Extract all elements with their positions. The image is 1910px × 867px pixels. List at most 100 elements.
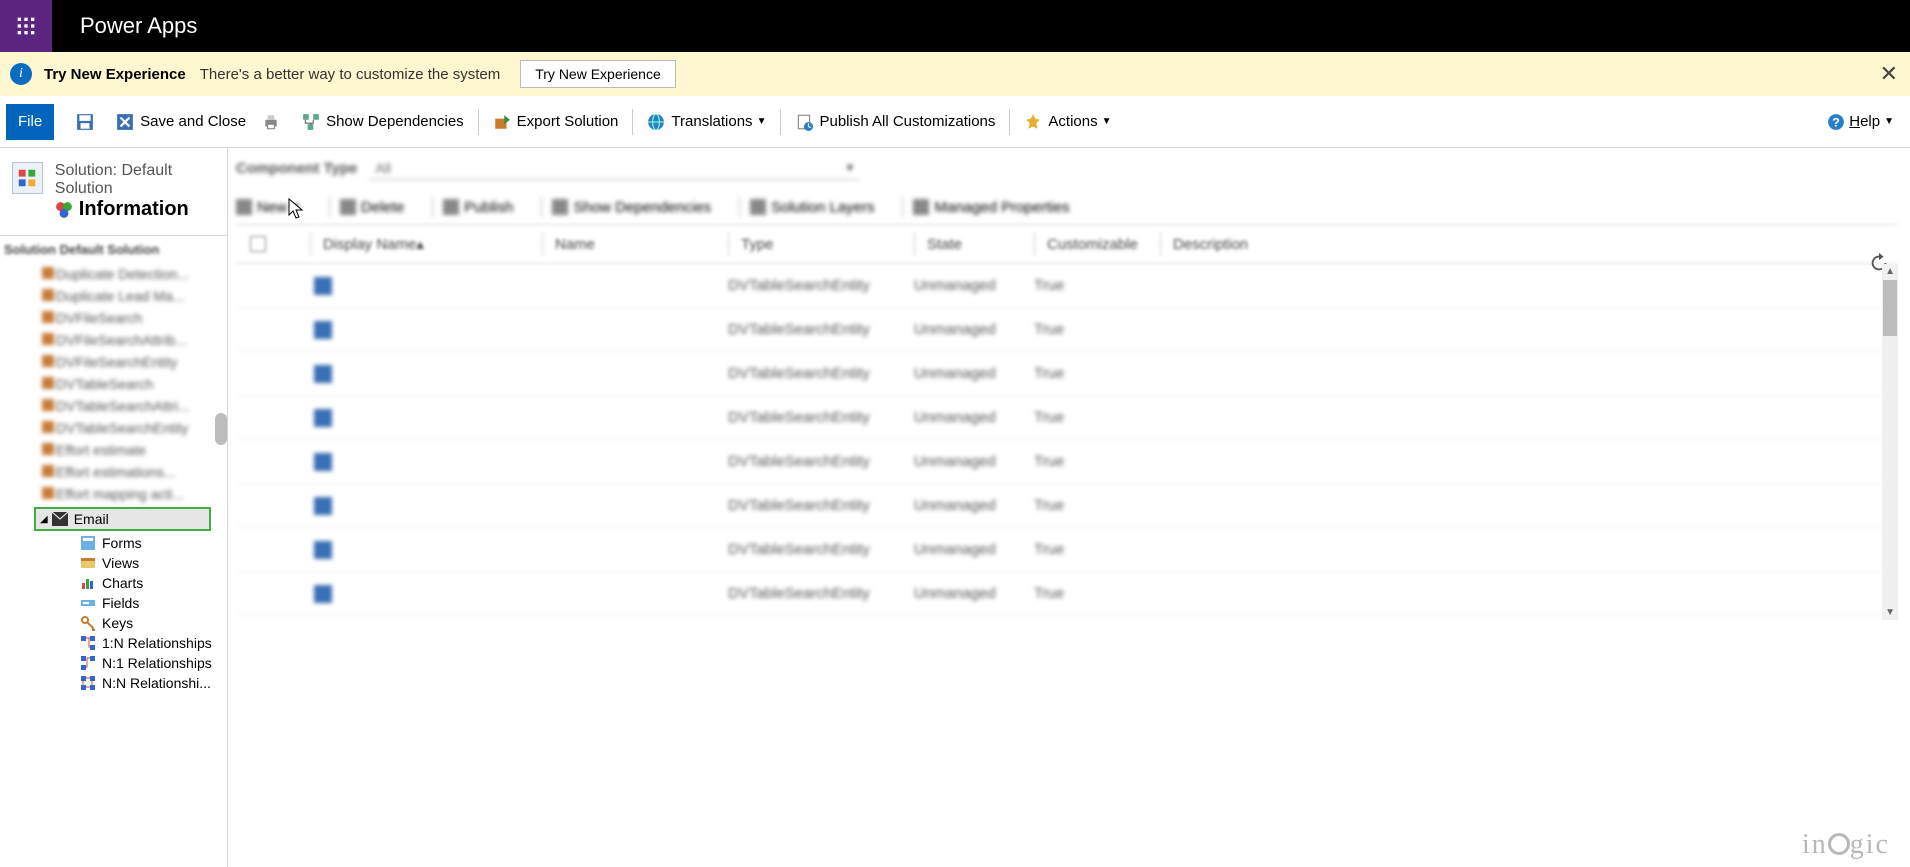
separator: [739, 197, 740, 217]
solution-icon: [12, 162, 43, 194]
solution-tree[interactable]: Duplicate Detection...Duplicate Lead Ma.…: [0, 263, 227, 867]
try-new-experience-button[interactable]: Try New Experience: [520, 60, 676, 88]
table-row[interactable]: DVTableSearchEntityUnmanagedTrue: [236, 440, 1898, 484]
subcmd-icon: [913, 199, 929, 215]
table-row[interactable]: DVTableSearchEntityUnmanagedTrue: [236, 572, 1898, 616]
tree-sub-forms[interactable]: Forms: [0, 533, 227, 553]
tree-item[interactable]: DVFileSearch: [0, 307, 227, 329]
tree-sub-views[interactable]: Views: [0, 553, 227, 573]
tree-scrollbar[interactable]: [215, 413, 227, 445]
tree-sub-nrelationships[interactable]: 1:N Relationships: [0, 633, 227, 653]
subcmd-show-dependencies[interactable]: Show Dependencies: [552, 199, 711, 216]
chevron-down-icon: ▼: [1102, 116, 1112, 127]
tree-item[interactable]: DVFileSearchEntity: [0, 351, 227, 373]
form-icon: [80, 535, 96, 551]
expand-icon[interactable]: ◢: [40, 514, 48, 525]
tree-item[interactable]: Duplicate Lead Ma...: [0, 285, 227, 307]
scroll-down-icon[interactable]: ▼: [1885, 607, 1895, 618]
separator: [329, 197, 330, 217]
table-row[interactable]: DVTableSearchEntityUnmanagedTrue: [236, 308, 1898, 352]
entity-icon: [314, 409, 332, 427]
tree-item[interactable]: Effort estimations...: [0, 461, 227, 483]
table-row[interactable]: DVTableSearchEntityUnmanagedTrue: [236, 484, 1898, 528]
translations-button[interactable]: Translations ▼: [639, 104, 774, 140]
key-icon: [80, 615, 96, 631]
col-display-name[interactable]: Display Name ▴: [310, 232, 542, 256]
tree-sub-nrelationships[interactable]: N:1 Relationships: [0, 653, 227, 673]
actions-button[interactable]: Actions ▼: [1016, 104, 1119, 140]
help-label: Help: [1849, 113, 1880, 130]
subcmd-publish[interactable]: Publish: [443, 199, 513, 216]
entity-icon: [314, 497, 332, 515]
col-customizable[interactable]: Customizable: [1034, 232, 1160, 256]
filter-label: Component Type: [236, 160, 357, 177]
chart-icon: [80, 575, 96, 591]
export-solution-button[interactable]: Export Solution: [485, 104, 627, 140]
entity-icon: [314, 365, 332, 383]
field-icon: [80, 595, 96, 611]
entity-icon: [314, 321, 332, 339]
scroll-up-icon[interactable]: ▲: [1885, 266, 1895, 277]
print-icon: [262, 113, 280, 131]
save-button[interactable]: [68, 104, 108, 140]
tree-item[interactable]: DVTableSearchAttri...: [0, 395, 227, 417]
tree-sub-fields[interactable]: Fields: [0, 593, 227, 613]
publish-all-button[interactable]: Publish All Customizations: [787, 104, 1003, 140]
main-area: Solution: Default Solution Information S…: [0, 148, 1910, 867]
tree-sub-charts[interactable]: Charts: [0, 573, 227, 593]
tree-sub-nnrelationshi[interactable]: N:N Relationshi...: [0, 673, 227, 693]
col-type[interactable]: Type: [728, 232, 914, 256]
grid-scrollbar[interactable]: ▲ ▼: [1882, 264, 1898, 620]
table-row[interactable]: DVTableSearchEntityUnmanagedTrue: [236, 528, 1898, 572]
table-row[interactable]: DVTableSearchEntityUnmanagedTrue: [236, 264, 1898, 308]
entity-icon: [314, 277, 332, 295]
tree-item[interactable]: Effort mapping acti...: [0, 483, 227, 505]
cmd-label: Actions: [1048, 113, 1097, 130]
left-pane: Solution: Default Solution Information S…: [0, 148, 228, 867]
tree-item-email[interactable]: ◢Email: [34, 507, 211, 531]
tree-item[interactable]: DVTableSearch: [0, 373, 227, 395]
col-state[interactable]: State: [914, 232, 1034, 256]
entity-icon: [314, 541, 332, 559]
dependencies-icon: [302, 113, 320, 131]
subcmd-icon: [750, 199, 766, 215]
mouse-cursor-icon: [288, 198, 306, 220]
solution-breadcrumb: Solution: Default Solution: [55, 162, 227, 198]
app-launcher-button[interactable]: [0, 0, 52, 52]
scroll-thumb[interactable]: [1883, 280, 1897, 336]
table-row[interactable]: DVTableSearchEntityUnmanagedTrue: [236, 396, 1898, 440]
subcmd-managed-properties[interactable]: Managed Properties: [913, 199, 1069, 216]
separator: [632, 109, 633, 135]
save-and-close-button[interactable]: Save and Close: [108, 104, 254, 140]
show-dependencies-button[interactable]: Show Dependencies: [294, 104, 472, 140]
help-button[interactable]: ? Help ▼: [1817, 113, 1904, 131]
subcmd-solution-layers[interactable]: Solution Layers: [750, 199, 874, 216]
n1-icon: [80, 655, 96, 671]
separator: [432, 197, 433, 217]
tree-item[interactable]: Effort estimate: [0, 439, 227, 461]
svg-text:?: ?: [1832, 115, 1840, 129]
tree-item[interactable]: Duplicate Detection...: [0, 263, 227, 285]
tree-sub-keys[interactable]: Keys: [0, 613, 227, 633]
table-row[interactable]: DVTableSearchEntityUnmanagedTrue: [236, 352, 1898, 396]
subcmd-delete[interactable]: Delete: [340, 199, 404, 216]
select-all-checkbox[interactable]: [250, 236, 266, 252]
print-button[interactable]: [254, 104, 294, 140]
col-description[interactable]: Description: [1160, 232, 1460, 256]
col-name[interactable]: Name: [542, 232, 728, 256]
file-menu-button[interactable]: File: [6, 104, 54, 140]
close-banner-button[interactable]: ✕: [1880, 61, 1898, 87]
cmd-label: Show Dependencies: [326, 113, 464, 130]
tree-item[interactable]: DVTableSearchEntity: [0, 417, 227, 439]
subcmd-icon: [552, 199, 568, 215]
component-type-dropdown[interactable]: All ▾: [369, 156, 859, 180]
save-icon: [76, 113, 94, 131]
grid-body[interactable]: DVTableSearchEntityUnmanagedTrueDVTableS…: [236, 264, 1898, 620]
publish-icon: [795, 113, 813, 131]
command-bar: File Save and Close Show Dependencies Ex…: [0, 96, 1910, 148]
nn-icon: [80, 675, 96, 691]
top-bar: Power Apps: [0, 0, 1910, 52]
chevron-down-icon: ▼: [757, 116, 767, 127]
tree-item[interactable]: DVFileSearchAttrib...: [0, 329, 227, 351]
grid-header: Display Name ▴ Name Type State Customiza…: [236, 224, 1898, 264]
